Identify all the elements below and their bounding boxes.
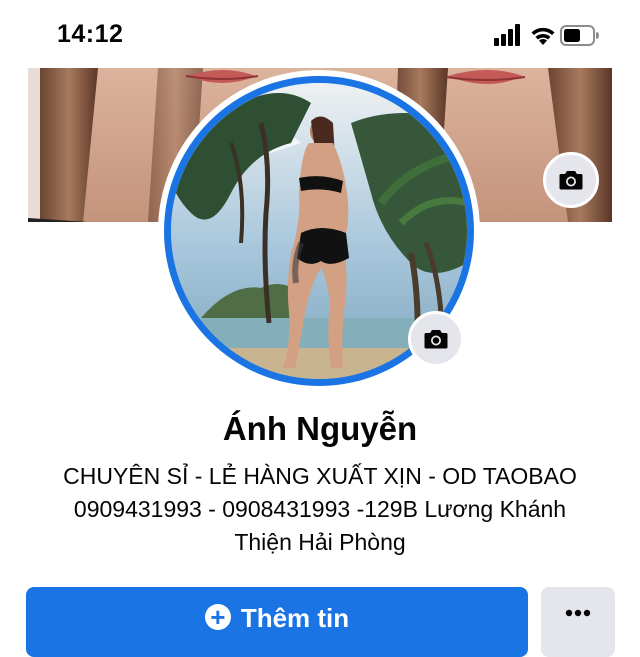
bio-line: 0909431993 - 0908431993 -129B Lương Khán…: [73, 496, 567, 522]
add-info-label: Thêm tin: [240, 603, 350, 633]
wifi-icon: [531, 27, 555, 45]
camera-icon: [559, 171, 583, 190]
profile-name: Ánh Nguyễn: [222, 410, 418, 447]
more-options-button[interactable]: [541, 587, 615, 657]
ellipsis-icon: [565, 609, 591, 617]
plus-circle-icon: +: [204, 604, 231, 630]
bio-line: Thiện Hải Phòng: [234, 529, 406, 555]
cover-camera-button[interactable]: [543, 152, 599, 208]
avatar-camera-button[interactable]: [408, 311, 464, 367]
status-icons: [494, 24, 606, 48]
status-time: 14:12: [57, 20, 124, 48]
camera-icon: [424, 330, 448, 349]
profile-bio: CHUYÊN SỈ - LẺ HÀNG XUẤT XỊN - OD TAOBAO…: [20, 460, 620, 559]
status-bar: 14:12: [0, 0, 640, 68]
battery-icon: [560, 25, 599, 46]
add-info-button[interactable]: + Thêm tin: [26, 587, 528, 657]
cellular-signal-icon: [494, 24, 520, 46]
bio-line: CHUYÊN SỈ - LẺ HÀNG XUẤT XỊN - OD TAOBAO: [63, 463, 577, 489]
